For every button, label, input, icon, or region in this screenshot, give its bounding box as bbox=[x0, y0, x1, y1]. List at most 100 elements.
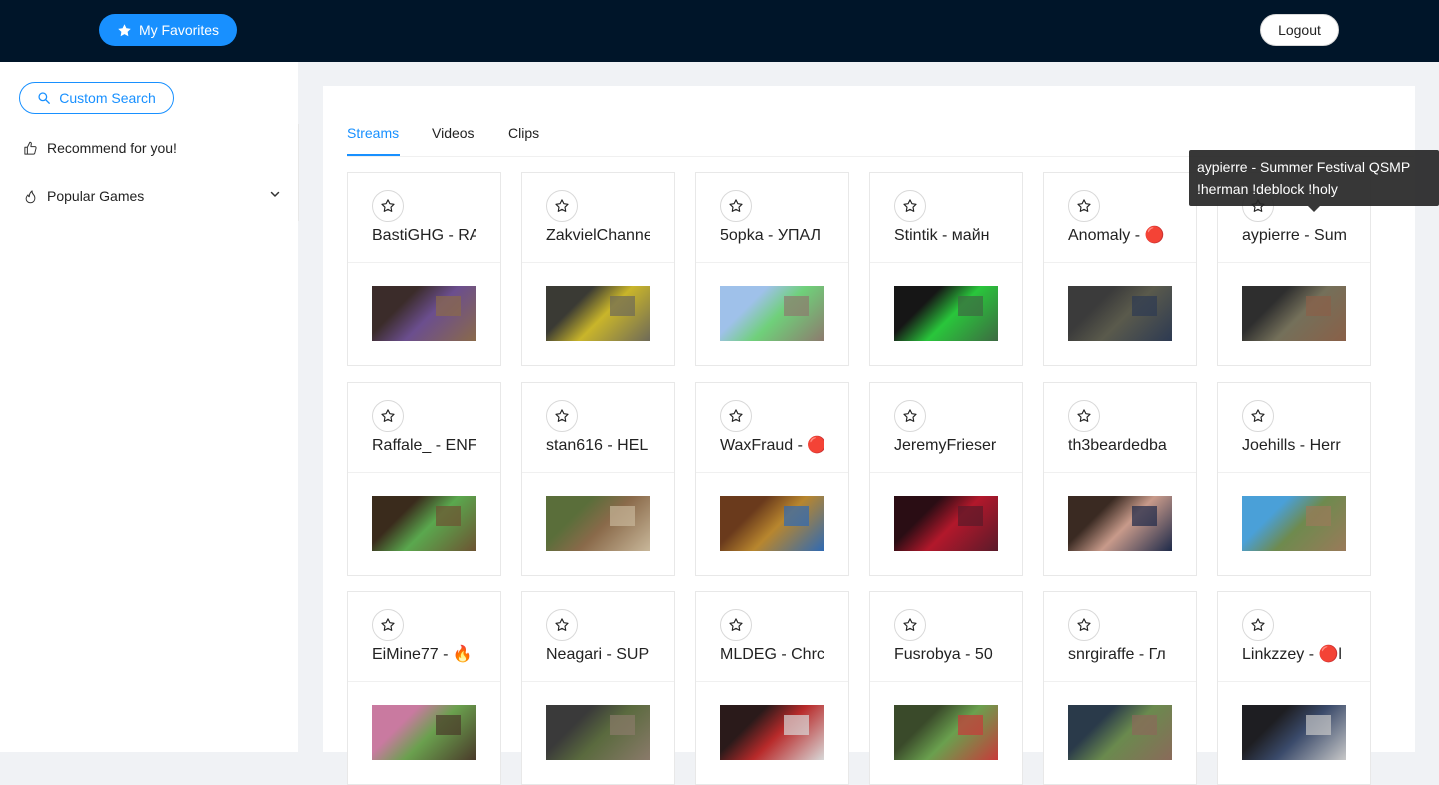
favorite-star-icon[interactable] bbox=[1068, 400, 1100, 432]
card-header: MLDEG - Chrc bbox=[696, 592, 848, 682]
thumbnail-detail bbox=[1306, 505, 1332, 526]
favorite-star-icon[interactable] bbox=[720, 190, 752, 222]
stream-title: EiMine77 - 🔥 bbox=[372, 646, 473, 663]
stream-card[interactable]: Raffale_ - ENF bbox=[347, 382, 501, 576]
card-header: th3beardedba bbox=[1044, 383, 1196, 473]
stream-card[interactable]: Neagari - SUP bbox=[521, 591, 675, 785]
favorite-star-icon[interactable] bbox=[894, 400, 926, 432]
sidebar-item-recommend[interactable]: Recommend for you! bbox=[23, 136, 285, 160]
favorite-star-icon[interactable] bbox=[546, 609, 578, 641]
tooltip-line-1: aypierre - Summer Festival QSMP bbox=[1197, 159, 1411, 175]
thumbnail-detail bbox=[1132, 505, 1158, 526]
favorite-star-icon[interactable] bbox=[372, 190, 404, 222]
thumbnail-detail bbox=[784, 295, 810, 316]
tooltip-arrow bbox=[1308, 206, 1320, 212]
active-tab-indicator bbox=[347, 154, 400, 156]
card-header: Raffale_ - ENF bbox=[348, 383, 500, 473]
my-favorites-label: My Favorites bbox=[138, 22, 220, 38]
my-favorites-button[interactable]: My Favorites bbox=[99, 14, 237, 46]
stream-title: Stintik - майн bbox=[894, 227, 990, 244]
sidebar-item-popular-games[interactable]: Popular Games bbox=[23, 184, 285, 208]
stream-title: MLDEG - Chrc bbox=[720, 646, 824, 663]
stream-card[interactable]: MLDEG - Chrc bbox=[695, 591, 849, 785]
stream-card[interactable]: th3beardedba bbox=[1043, 382, 1197, 576]
stream-card[interactable]: JeremyFrieser bbox=[869, 382, 1023, 576]
stream-card[interactable]: BastiGHG - RA bbox=[347, 172, 501, 366]
thumbnail-detail bbox=[784, 505, 810, 526]
stream-card[interactable]: Linkzzey - 🔴l bbox=[1217, 591, 1371, 785]
card-header: BastiGHG - RA bbox=[348, 173, 500, 263]
thumbnail-detail bbox=[958, 505, 984, 526]
tab-streams[interactable]: Streams bbox=[347, 125, 399, 141]
tooltip-line-2: !herman !deblock !holy bbox=[1197, 181, 1338, 197]
thumbnail-detail bbox=[784, 714, 810, 735]
stream-card[interactable]: Joehills - Herr bbox=[1217, 382, 1371, 576]
tab-videos[interactable]: Videos bbox=[432, 125, 475, 141]
stream-title: ZakvielChanne bbox=[546, 227, 650, 244]
stream-title: stan616 - HEL bbox=[546, 437, 649, 454]
stream-card[interactable]: EiMine77 - 🔥 bbox=[347, 591, 501, 785]
card-header: Anomaly - 🔴 bbox=[1044, 173, 1196, 263]
favorite-star-icon[interactable] bbox=[1242, 400, 1274, 432]
thumbnail-detail bbox=[1132, 295, 1158, 316]
thumbnail-detail bbox=[436, 295, 462, 316]
stream-card[interactable]: Anomaly - 🔴 bbox=[1043, 172, 1197, 366]
favorite-star-icon[interactable] bbox=[1068, 609, 1100, 641]
sidebar bbox=[0, 62, 298, 752]
stream-thumbnail[interactable] bbox=[1068, 496, 1172, 551]
favorite-star-icon[interactable] bbox=[372, 609, 404, 641]
favorite-star-icon[interactable] bbox=[1242, 609, 1274, 641]
card-header: Fusrobya - 50 bbox=[870, 592, 1022, 682]
stream-thumbnail[interactable] bbox=[1242, 286, 1346, 341]
sidebar-item-label: Popular Games bbox=[47, 188, 145, 204]
stream-thumbnail[interactable] bbox=[720, 286, 824, 341]
favorite-star-icon[interactable] bbox=[1068, 190, 1100, 222]
thumbnail-detail bbox=[610, 505, 636, 526]
stream-thumbnail[interactable] bbox=[894, 496, 998, 551]
stream-card[interactable]: Fusrobya - 50 bbox=[869, 591, 1023, 785]
logout-button[interactable]: Logout bbox=[1260, 14, 1339, 46]
stream-thumbnail[interactable] bbox=[372, 496, 476, 551]
stream-title: Fusrobya - 50 bbox=[894, 646, 993, 663]
favorite-star-icon[interactable] bbox=[720, 400, 752, 432]
custom-search-button[interactable]: Custom Search bbox=[19, 82, 174, 114]
stream-card[interactable]: WaxFraud - 🔴 bbox=[695, 382, 849, 576]
search-icon bbox=[38, 92, 51, 104]
stream-thumbnail[interactable] bbox=[546, 496, 650, 551]
card-header: WaxFraud - 🔴 bbox=[696, 383, 848, 473]
stream-thumbnail[interactable] bbox=[372, 286, 476, 341]
card-header: Linkzzey - 🔴l bbox=[1218, 592, 1370, 682]
thumbnail-detail bbox=[436, 505, 462, 526]
favorite-star-icon[interactable] bbox=[894, 609, 926, 641]
stream-title: Linkzzey - 🔴l bbox=[1242, 646, 1342, 663]
favorite-star-icon[interactable] bbox=[546, 190, 578, 222]
stream-title: Raffale_ - ENF bbox=[372, 437, 476, 454]
stream-thumbnail[interactable] bbox=[894, 286, 998, 341]
stream-title: aypierre - Sum bbox=[1242, 227, 1346, 244]
stream-card[interactable]: 5opka - УПАЛ bbox=[695, 172, 849, 366]
stream-title: JeremyFrieser bbox=[894, 437, 997, 454]
stream-card[interactable]: stan616 - HEL bbox=[521, 382, 675, 576]
chevron-down-icon[interactable] bbox=[269, 188, 281, 200]
stream-card[interactable]: snrgiraffe - Гл bbox=[1043, 591, 1197, 785]
stream-card[interactable]: Stintik - майн bbox=[869, 172, 1023, 366]
stream-thumbnail[interactable] bbox=[546, 286, 650, 341]
stream-thumbnail[interactable] bbox=[1068, 286, 1172, 341]
thumbnail-detail bbox=[436, 714, 462, 735]
stream-title: snrgiraffe - Гл bbox=[1068, 646, 1166, 663]
stream-thumbnail[interactable] bbox=[1242, 496, 1346, 551]
stream-thumbnail[interactable] bbox=[720, 496, 824, 551]
tab-clips[interactable]: Clips bbox=[508, 125, 539, 141]
thumbnail-detail bbox=[1306, 295, 1332, 316]
stream-card[interactable]: ZakvielChanne bbox=[521, 172, 675, 366]
favorite-star-icon[interactable] bbox=[372, 400, 404, 432]
thumbnail-detail bbox=[958, 714, 984, 735]
card-header: ZakvielChanne bbox=[522, 173, 674, 263]
thumbnail-detail bbox=[610, 714, 636, 735]
favorite-star-icon[interactable] bbox=[546, 400, 578, 432]
stream-title: Anomaly - 🔴 bbox=[1068, 227, 1165, 244]
thumbnail-detail bbox=[1306, 714, 1332, 735]
favorite-star-icon[interactable] bbox=[894, 190, 926, 222]
favorite-star-icon[interactable] bbox=[720, 609, 752, 641]
thumbnail-detail bbox=[958, 295, 984, 316]
